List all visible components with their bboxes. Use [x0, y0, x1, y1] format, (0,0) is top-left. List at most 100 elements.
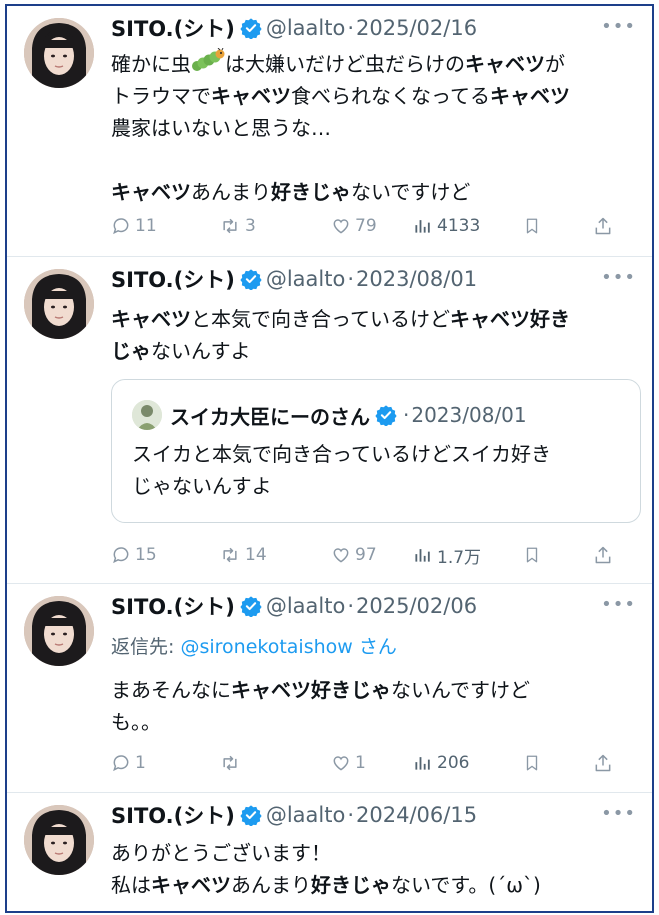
display-name[interactable]: SITO.(シト) [111, 264, 235, 294]
bookmark-icon [526, 755, 538, 771]
avatar[interactable] [24, 596, 94, 666]
separator-dot: · [347, 16, 355, 40]
bookmark-button[interactable] [523, 545, 593, 565]
timestamp[interactable]: 2024/06/15 [356, 803, 477, 827]
more-options-icon[interactable]: ••• [601, 594, 636, 615]
like-count: 1 [355, 753, 366, 773]
reply-button[interactable]: 1 [111, 753, 219, 773]
text-line: トラウマでキャベツ食べられなくなってるキャベツ [111, 84, 570, 108]
share-icon [595, 546, 611, 564]
timestamp[interactable]: 2025/02/06 [356, 594, 477, 618]
repost-count: 3 [245, 216, 256, 236]
bookmark-button[interactable] [523, 216, 593, 236]
tweet[interactable]: SITO.(シト) @laalto · 2023/08/01 ••• キャベツと… [7, 257, 652, 584]
views-chart-icon [415, 220, 430, 233]
quoted-timestamp[interactable]: 2023/08/01 [411, 403, 526, 427]
replying-to: 返信先: @sironekotaishow さん [111, 632, 397, 659]
separator-dot: · [347, 594, 355, 618]
avatar[interactable] [24, 805, 94, 875]
like-count: 97 [355, 545, 377, 565]
text-line: も。。 [111, 710, 161, 734]
quoted-display-name[interactable]: スイカ大臣にーのさん [170, 401, 370, 430]
bookmark-icon [526, 218, 538, 234]
action-bar: 1 1 206 [111, 748, 634, 778]
repost-button[interactable] [219, 753, 331, 773]
share-button[interactable] [593, 545, 613, 565]
repost-button[interactable]: 14 [219, 545, 331, 565]
text-line: スイカと本気で向き合っているけどスイカ好き [132, 442, 551, 466]
reply-prefix: 返信先: [111, 636, 181, 658]
like-button[interactable]: 97 [331, 545, 413, 565]
avatar[interactable] [24, 18, 94, 88]
like-button[interactable]: 1 [331, 753, 413, 773]
share-icon [595, 217, 611, 235]
tweet-text: ありがとうございます！ 私はキャベツあんまり好きじゃないです。(´ω`) [111, 837, 634, 901]
view-count: 1.7万 [437, 547, 482, 568]
separator-dot: · [347, 803, 355, 827]
timeline: SITO.(シト) @laalto · 2025/02/16 ••• 確かに虫は… [5, 4, 654, 913]
timestamp[interactable]: 2023/08/01 [356, 267, 477, 291]
views-button[interactable]: 206 [413, 753, 523, 773]
quoted-text: スイカと本気で向き合っているけどスイカ好き じゃないんすよ [132, 438, 551, 502]
text-line: キャベツあんまり好きじゃないですけど [111, 180, 471, 204]
reply-suffix: さん [352, 636, 397, 658]
bookmark-button[interactable] [523, 753, 593, 773]
separator-dot: · [347, 267, 355, 291]
text-line: ありがとうございます！ [111, 841, 331, 865]
tweet[interactable]: SITO.(シト) @laalto · 2025/02/06 ••• 返信先: … [7, 584, 652, 793]
text-line: じゃないんすよ [132, 474, 272, 498]
verified-badge-icon [240, 596, 262, 617]
quoted-tweet[interactable]: スイカ大臣にーのさん · 2023/08/01 スイカと本気で向き合っているけど… [111, 379, 641, 523]
reply-count: 15 [135, 545, 157, 565]
quoted-avatar[interactable] [132, 400, 162, 430]
repost-icon [223, 547, 237, 563]
reply-mention-link[interactable]: @sironekotaishow [180, 636, 352, 658]
reply-button[interactable]: 11 [111, 216, 219, 236]
text-line: キャベツと本気で向き合っているけどキャベツ好き [111, 307, 570, 331]
more-options-icon[interactable]: ••• [601, 803, 636, 824]
avatar[interactable] [24, 269, 94, 339]
verified-badge-icon [240, 269, 262, 290]
repost-count: 14 [245, 545, 267, 565]
share-button[interactable] [593, 216, 613, 236]
repost-icon [223, 755, 237, 771]
timestamp[interactable]: 2025/02/16 [356, 16, 477, 40]
views-button[interactable]: 4133 [413, 216, 523, 236]
reply-button[interactable]: 15 [111, 545, 219, 565]
handle[interactable]: @laalto [266, 267, 346, 291]
views-button[interactable]: 1.7万 [413, 543, 523, 568]
action-bar: 15 14 97 1.7万 [111, 540, 634, 570]
tweet-text: まあそんなにキャベツ好きじゃないんですけど も。。 [111, 674, 634, 738]
reply-count: 11 [135, 216, 157, 236]
reply-count: 1 [135, 753, 146, 773]
views-chart-icon [415, 757, 430, 770]
text-line: 農家はいないと思うな… [111, 116, 331, 140]
text-line: まあそんなにキャベツ好きじゃないんですけど [111, 678, 530, 702]
tweet[interactable]: SITO.(シト) @laalto · 2025/02/16 ••• 確かに虫は… [7, 6, 652, 257]
tweet[interactable]: SITO.(シト) @laalto · 2024/06/15 ••• ありがとう… [7, 793, 652, 911]
views-chart-icon [415, 549, 430, 562]
reply-icon [113, 547, 129, 564]
more-options-icon[interactable]: ••• [601, 16, 636, 37]
like-count: 79 [355, 216, 377, 236]
share-button[interactable] [593, 753, 613, 773]
handle[interactable]: @laalto [266, 16, 346, 40]
reply-icon [113, 218, 129, 235]
text-line: じゃないんすよ [111, 339, 251, 363]
reply-icon [113, 755, 129, 772]
separator-dot: · [403, 403, 410, 427]
tweet-text: 確かに虫 は大嫌いだけど虫だらけのキャベツが トラウマでキャベツ食べられなくなって… [111, 48, 634, 208]
view-count: 206 [437, 753, 470, 773]
verified-badge-icon [240, 18, 262, 39]
display-name[interactable]: SITO.(シト) [111, 13, 235, 43]
share-icon [595, 754, 611, 772]
verified-badge-icon [375, 405, 397, 426]
handle[interactable]: @laalto [266, 803, 346, 827]
display-name[interactable]: SITO.(シト) [111, 591, 235, 621]
display-name[interactable]: SITO.(シト) [111, 800, 235, 830]
more-options-icon[interactable]: ••• [601, 267, 636, 288]
repost-button[interactable]: 3 [219, 216, 331, 236]
handle[interactable]: @laalto [266, 594, 346, 618]
heart-icon [333, 548, 349, 563]
like-button[interactable]: 79 [331, 216, 413, 236]
